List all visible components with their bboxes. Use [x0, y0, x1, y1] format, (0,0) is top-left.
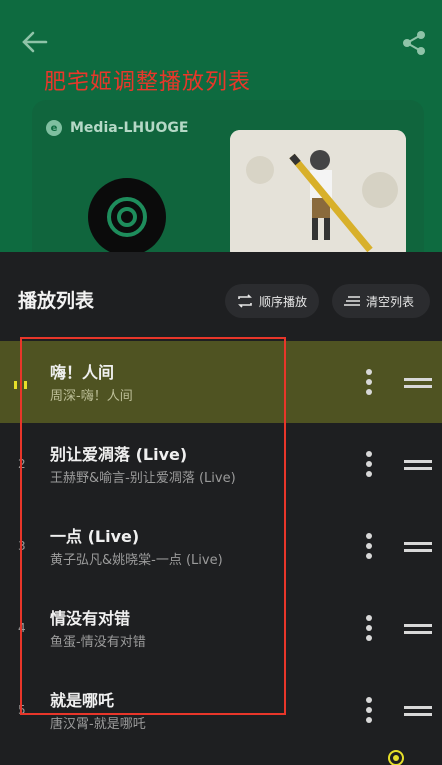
- playlist-item[interactable]: 5 就是哪吒 唐汉霄-就是哪吒: [0, 669, 442, 751]
- playlist-sheet: 播放列表 顺序播放 清空列表 嗨！人间 周深-嗨！人间 2 别让爱凋落 (Liv…: [0, 252, 442, 765]
- song-title: 嗨！人间: [50, 363, 115, 382]
- track-number: 2: [18, 457, 26, 471]
- song-artist: 唐汉霄-就是哪吒: [50, 717, 146, 732]
- more-options-icon[interactable]: [362, 695, 376, 725]
- drag-handle-icon[interactable]: [404, 705, 432, 717]
- clear-playlist-button[interactable]: 清空列表: [332, 284, 430, 318]
- playlist-item[interactable]: 嗨！人间 周深-嗨！人间: [0, 341, 442, 423]
- track-number: 4: [18, 621, 26, 635]
- media-source: e Media-LHUOGE: [46, 120, 188, 136]
- song-artist: 王赫野&喻言-别让爱凋落 (Live): [50, 471, 236, 486]
- song-artist: 周深-嗨！人间: [50, 389, 133, 404]
- playlist-item[interactable]: 4 情没有对错 鱼蛋-情没有对错: [0, 587, 442, 669]
- annotation-title: 肥宅姬调整播放列表: [44, 70, 252, 95]
- song-title: 别让爱凋落 (Live): [50, 445, 188, 464]
- disc-rings-icon: [107, 197, 147, 237]
- play-order-button[interactable]: 顺序播放: [225, 284, 319, 318]
- album-cover-image: [230, 130, 406, 260]
- locate-current-icon[interactable]: [386, 746, 406, 765]
- media-logo-icon: e: [46, 120, 62, 136]
- more-options-icon[interactable]: [362, 531, 376, 561]
- drag-handle-icon[interactable]: [404, 377, 432, 389]
- vinyl-disc: [88, 178, 166, 256]
- more-options-icon[interactable]: [362, 367, 376, 397]
- track-number: 5: [18, 703, 26, 717]
- drag-handle-icon[interactable]: [404, 459, 432, 471]
- media-source-label: Media-LHUOGE: [70, 120, 189, 136]
- more-options-icon[interactable]: [362, 449, 376, 479]
- playlist-item[interactable]: 3 一点 (Live) 黄子弘凡&姚晓棠-一点 (Live): [0, 505, 442, 587]
- play-order-label: 顺序播放: [259, 294, 308, 309]
- clear-list-icon: [344, 296, 360, 306]
- clear-playlist-label: 清空列表: [366, 294, 415, 309]
- playlist-title: 播放列表: [18, 290, 95, 312]
- song-artist: 黄子弘凡&姚晓棠-一点 (Live): [50, 553, 223, 568]
- drag-handle-icon[interactable]: [404, 541, 432, 553]
- share-icon[interactable]: [402, 30, 426, 60]
- playlist-item[interactable]: 2 别让爱凋落 (Live) 王赫野&喻言-别让爱凋落 (Live): [0, 423, 442, 505]
- song-title: 一点 (Live): [50, 527, 140, 546]
- song-title: 就是哪吒: [50, 691, 115, 710]
- drag-handle-icon[interactable]: [404, 623, 432, 635]
- arrow-left-icon[interactable]: [20, 30, 48, 58]
- more-options-icon[interactable]: [362, 613, 376, 643]
- song-artist: 鱼蛋-情没有对错: [50, 635, 146, 650]
- playing-equalizer-icon: [14, 381, 27, 389]
- song-title: 情没有对错: [50, 609, 131, 628]
- repeat-icon: [238, 294, 252, 308]
- track-number: 3: [18, 539, 26, 553]
